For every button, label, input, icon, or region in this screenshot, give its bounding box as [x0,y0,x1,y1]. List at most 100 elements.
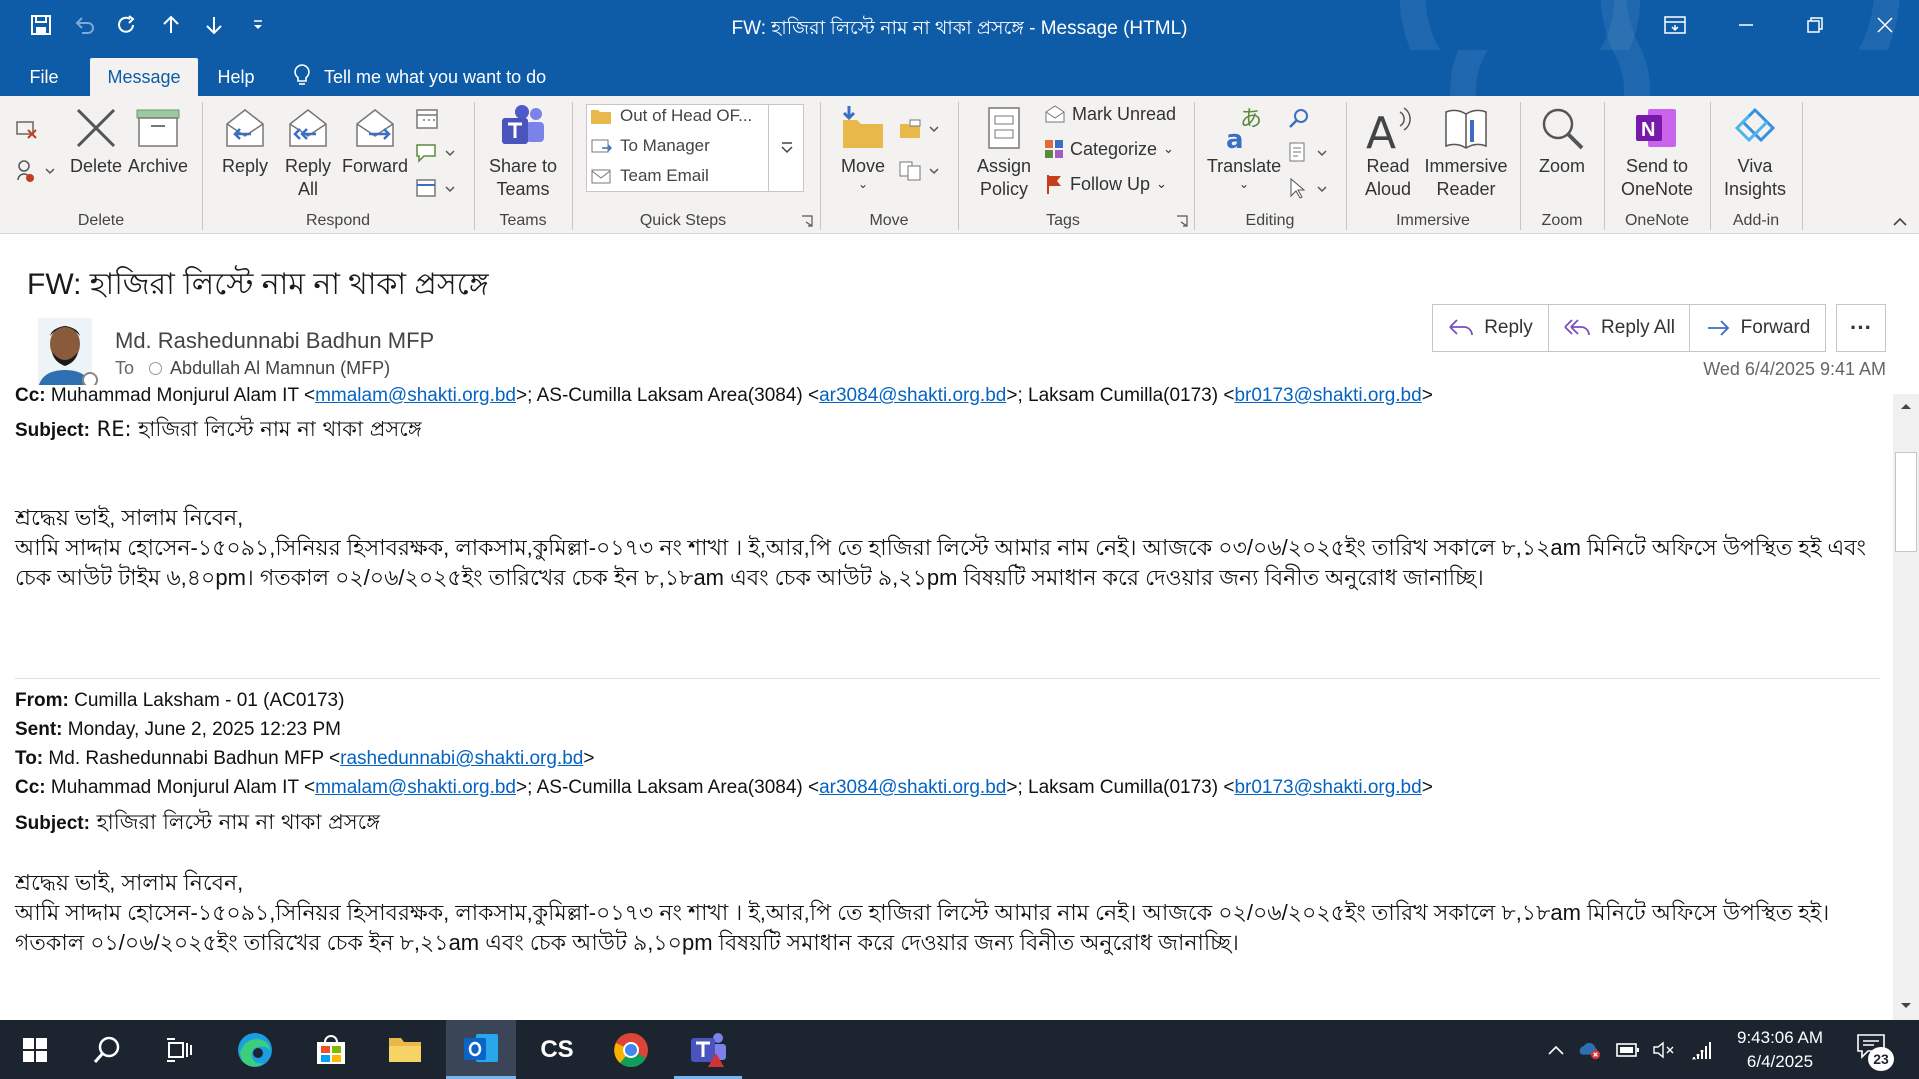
select-icon[interactable] [1286,176,1328,202]
share-teams-label-1: Share to [488,156,558,176]
onenote-label-2: OneNote [1620,179,1694,199]
ignore-icon[interactable] [14,116,40,142]
viva-label-1: Viva [1737,156,1773,176]
subject-line-2: Subject: হাজিরা লিস্টে নাম না থাকা প্রসঙ… [15,806,380,841]
network-icon[interactable] [1690,1038,1714,1062]
scroll-thumb[interactable] [1895,452,1917,552]
reply-all-mail-icon [284,102,332,154]
teams-taskbar-icon[interactable] [674,1020,742,1079]
actions-icon[interactable] [898,158,940,184]
tell-me-search[interactable]: Tell me what you want to do [292,58,572,96]
email-link[interactable]: mmalam@shakti.org.bd [315,777,516,798]
rules-icon[interactable] [898,116,940,142]
share-teams-label-2: Teams [496,179,550,199]
reply-ribbon-button[interactable]: Reply [218,102,272,202]
quick-step-team-email[interactable]: Team Email [590,166,709,186]
collapse-ribbon-icon[interactable] [1890,214,1910,230]
email-link[interactable]: br0173@shakti.org.bd [1234,777,1421,798]
task-view-icon[interactable] [146,1020,212,1079]
zoom-button[interactable]: Zoom [1530,102,1594,202]
outlook-taskbar-icon[interactable] [446,1020,516,1079]
more-actions-button[interactable]: ··· [1836,304,1886,352]
delete-button[interactable]: Delete [68,102,124,202]
clock[interactable]: 9:43:06 AM 6/4/2025 [1720,1026,1840,1074]
ribbon-display-options-icon[interactable] [1641,0,1709,50]
volume-muted-icon[interactable] [1652,1038,1676,1062]
related-icon[interactable] [1286,140,1328,166]
share-to-teams-button[interactable]: Share to Teams [484,102,562,202]
categorize-button[interactable]: Categorize ⌄ [1044,135,1174,163]
email-link[interactable]: br0173@shakti.org.bd [1234,385,1421,406]
title-bar: FW: হাজিরা লিস্টে নাম না থাকা প্রসঙ্গে -… [0,0,1919,50]
group-label-move: Move [869,212,909,229]
sender-name[interactable]: Md. Rashedunnabi Badhun MFP [115,328,434,354]
show-hidden-icons-icon[interactable] [1544,1038,1568,1062]
taskbar: CS 9:43:06 AM 6/4/2025 23 [0,1020,1919,1079]
notification-center-icon[interactable]: 23 [1856,1033,1896,1071]
cs-app-icon[interactable]: CS [524,1020,590,1079]
find-icon[interactable] [1286,106,1312,132]
quick-step-label: Team Email [620,166,709,185]
forward-button[interactable]: Forward [1689,304,1826,352]
clock-date: 6/4/2025 [1746,1052,1814,1071]
assign-policy-label-2: Policy [979,179,1028,199]
scroll-up-icon[interactable] [1893,394,1919,418]
dialog-launcher-icon[interactable] [1175,214,1189,228]
dialog-launcher-icon[interactable] [800,214,814,228]
file-explorer-icon[interactable] [372,1020,438,1079]
immersive-reader-label-2: Reader [1436,179,1496,199]
mark-unread-button[interactable]: Mark Unread [1044,100,1176,128]
email-link[interactable]: mmalam@shakti.org.bd [315,385,516,406]
group-label-delete: Delete [77,212,125,229]
microsoft-store-icon[interactable] [298,1020,364,1079]
to-field-label: To: [15,748,44,769]
battery-icon[interactable] [1616,1038,1640,1062]
close-icon[interactable] [1851,0,1919,50]
scroll-down-icon[interactable] [1893,994,1919,1018]
translate-button[interactable]: あa Translate ⌄ [1204,102,1284,202]
send-to-onenote-button[interactable]: N Send to OneNote [1612,102,1702,202]
sent-text: Monday, June 2, 2025 12:23 PM [62,719,341,740]
group-separator [958,102,959,230]
minimize-icon[interactable] [1712,0,1780,50]
follow-up-button[interactable]: Follow Up ⌄ [1044,170,1167,198]
forward-ribbon-button[interactable]: Forward [342,102,408,202]
quick-steps-expand-button[interactable] [768,104,804,192]
email-link[interactable]: ar3084@shakti.org.bd [819,385,1006,406]
instant-message-icon[interactable] [414,140,456,166]
quick-step-out-of-head[interactable]: Out of Head OF... [590,106,752,126]
tab-help[interactable]: Help [208,58,264,96]
reply-ribbon-label: Reply [221,156,269,176]
search-icon[interactable] [74,1020,140,1079]
archive-button[interactable]: Archive [128,102,188,202]
tab-file[interactable]: File [18,58,70,96]
group-separator [474,102,475,230]
group-separator [1194,102,1195,230]
immersive-reader-button[interactable]: Immersive Reader [1420,102,1512,202]
quick-step-to-manager[interactable]: To Manager [590,136,710,156]
windows-start-icon[interactable] [2,1020,68,1079]
reply-all-ribbon-button[interactable]: Reply All [280,102,336,202]
reply-all-button[interactable]: Reply All [1548,304,1690,352]
notification-count-badge: 23 [1868,1047,1894,1071]
assign-policy-button[interactable]: Assign Policy [966,102,1042,202]
restore-icon[interactable] [1781,0,1849,50]
chrome-browser-icon[interactable] [598,1020,664,1079]
edge-browser-icon[interactable] [222,1020,288,1079]
read-aloud-button[interactable]: A Read Aloud [1356,102,1420,202]
tab-message[interactable]: Message [90,58,198,96]
cc-line-1: Cc: Muhammad Monjurul Alam IT <mmalam@sh… [15,385,1433,407]
vertical-scrollbar[interactable] [1893,394,1919,1020]
email-link[interactable]: ar3084@shakti.org.bd [819,777,1006,798]
meeting-icon[interactable] [414,106,440,132]
onedrive-error-icon[interactable] [1578,1038,1602,1062]
move-button[interactable]: Move ⌄ [832,102,894,202]
email-link[interactable]: rashedunnabi@shakti.org.bd [340,748,583,769]
delete-label: Delete [69,156,123,176]
recipient-name[interactable]: Abdullah Al Mamnun (MFP) [170,358,390,378]
reply-button[interactable]: Reply [1432,304,1549,352]
more-respond-icon[interactable] [414,176,456,202]
received-date: Wed 6/4/2025 9:41 AM [1703,359,1886,379]
cleanup-icon[interactable] [14,158,56,184]
viva-insights-button[interactable]: Viva Insights [1716,102,1794,202]
